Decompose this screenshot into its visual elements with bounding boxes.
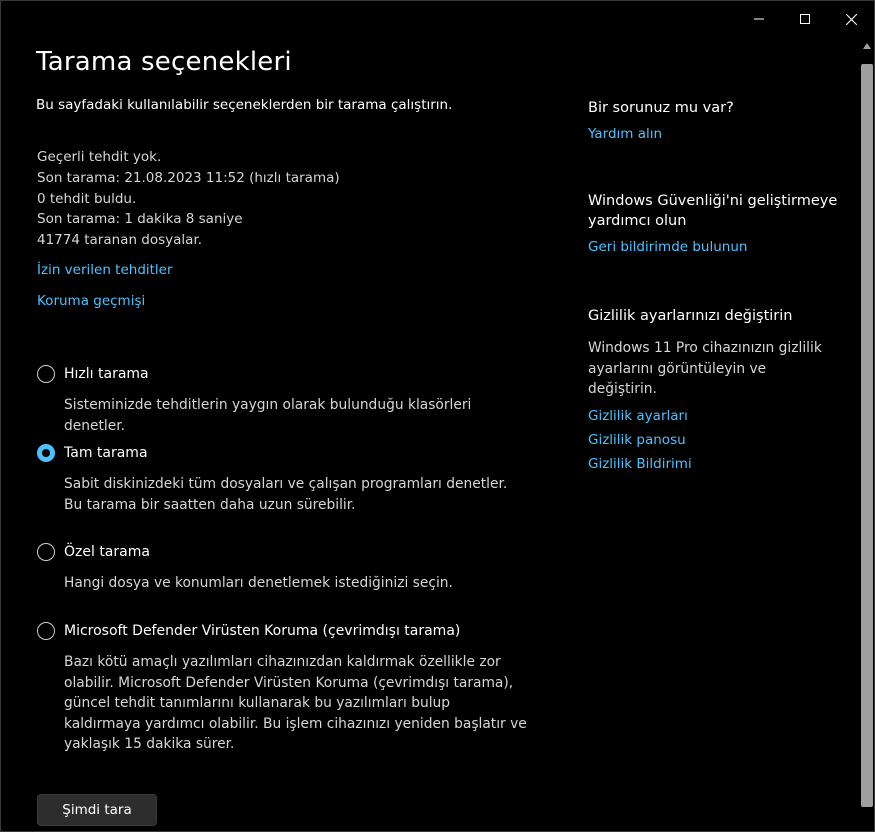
allowed-threats-link[interactable]: İzin verilen tehditler (37, 262, 173, 278)
protection-history-link[interactable]: Koruma geçmişi (37, 293, 145, 309)
maximize-button[interactable] (782, 1, 828, 37)
custom-scan-radio[interactable] (37, 543, 55, 561)
scan-option-offline: Microsoft Defender Virüsten Koruma (çevr… (37, 622, 527, 755)
window: Tarama seçenekleri Bu sayfadaki kullanıl… (0, 0, 875, 832)
page-subtitle: Bu sayfadaki kullanılabilir seçeneklerde… (36, 97, 453, 113)
close-icon (845, 13, 857, 25)
offline-scan-label: Microsoft Defender Virüsten Koruma (çevr… (64, 623, 461, 639)
feedback-section: Windows Güvenliği'ni geliştirmeye yardım… (588, 191, 838, 255)
full-scan-radio[interactable] (37, 444, 55, 462)
title-bar-controls (736, 1, 874, 37)
scan-option-custom: Özel tarama Hangi dosya ve konumları den… (37, 543, 527, 594)
scan-option-quick: Hızlı tarama Sisteminizde tehditlerin ya… (37, 365, 527, 436)
custom-scan-label: Özel tarama (64, 544, 150, 560)
custom-scan-radio-row[interactable]: Özel tarama (37, 543, 527, 561)
privacy-text: Windows 11 Pro cihazınızın gizlilik ayar… (588, 340, 822, 397)
privacy-settings-link[interactable]: Gizlilik ayarları (588, 408, 838, 424)
privacy-section: Gizlilik ayarlarınızı değiştirin Windows… (588, 306, 838, 472)
status-threats: Geçerli tehdit yok. (37, 149, 162, 165)
quick-scan-label: Hızlı tarama (64, 366, 149, 382)
scan-option-full: Tam tarama Sabit diskinizdeki tüm dosyal… (37, 444, 527, 515)
quick-scan-description: Sisteminizde tehditlerin yaygın olarak b… (64, 397, 472, 434)
page-title: Tarama seçenekleri (36, 47, 292, 77)
full-scan-label: Tam tarama (64, 445, 148, 461)
quick-scan-radio[interactable] (37, 365, 55, 383)
scan-now-button[interactable]: Şimdi tara (37, 794, 157, 826)
privacy-dashboard-link[interactable]: Gizlilik panosu (588, 432, 838, 448)
status-scan-duration: Son tarama: 1 dakika 8 saniye (37, 211, 243, 228)
scan-status: Geçerli tehdit yok. Son tarama: 21.08.20… (37, 147, 340, 251)
feedback-heading: Windows Güvenliği'ni geliştirmeye yardım… (588, 193, 838, 229)
minimize-icon (754, 18, 764, 20)
status-last-scan: Son tarama: 21.08.2023 11:52 (hızlı tara… (37, 169, 340, 186)
scroll-up-arrow-icon[interactable] (863, 41, 871, 51)
vertical-scrollbar[interactable] (860, 37, 874, 832)
offline-scan-description: Bazı kötü amaçlı yazılımları cihazınızda… (64, 654, 527, 752)
quick-scan-radio-row[interactable]: Hızlı tarama (37, 365, 527, 383)
full-scan-description: Sabit diskinizdeki tüm dosyaları ve çalı… (64, 476, 508, 513)
minimize-button[interactable] (736, 1, 782, 37)
privacy-heading: Gizlilik ayarlarınızı değiştirin (588, 308, 793, 324)
custom-scan-description: Hangi dosya ve konumları denetlemek iste… (64, 575, 453, 591)
status-threats-found: 0 tehdit buldu. (37, 190, 137, 207)
get-help-link[interactable]: Yardım alın (588, 126, 838, 142)
privacy-statement-link[interactable]: Gizlilik Bildirimi (588, 456, 838, 472)
offline-scan-radio[interactable] (37, 622, 55, 640)
give-feedback-link[interactable]: Geri bildirimde bulunun (588, 239, 838, 255)
close-button[interactable] (828, 1, 874, 37)
offline-scan-radio-row[interactable]: Microsoft Defender Virüsten Koruma (çevr… (37, 622, 527, 640)
status-files-scanned: 41774 taranan dosyalar. (37, 232, 203, 249)
help-heading: Bir sorunuz mu var? (588, 100, 734, 116)
maximize-icon (800, 14, 810, 24)
full-scan-radio-row[interactable]: Tam tarama (37, 444, 527, 462)
scroll-thumb[interactable] (861, 64, 873, 807)
help-section: Bir sorunuz mu var? Yardım alın (588, 98, 838, 142)
